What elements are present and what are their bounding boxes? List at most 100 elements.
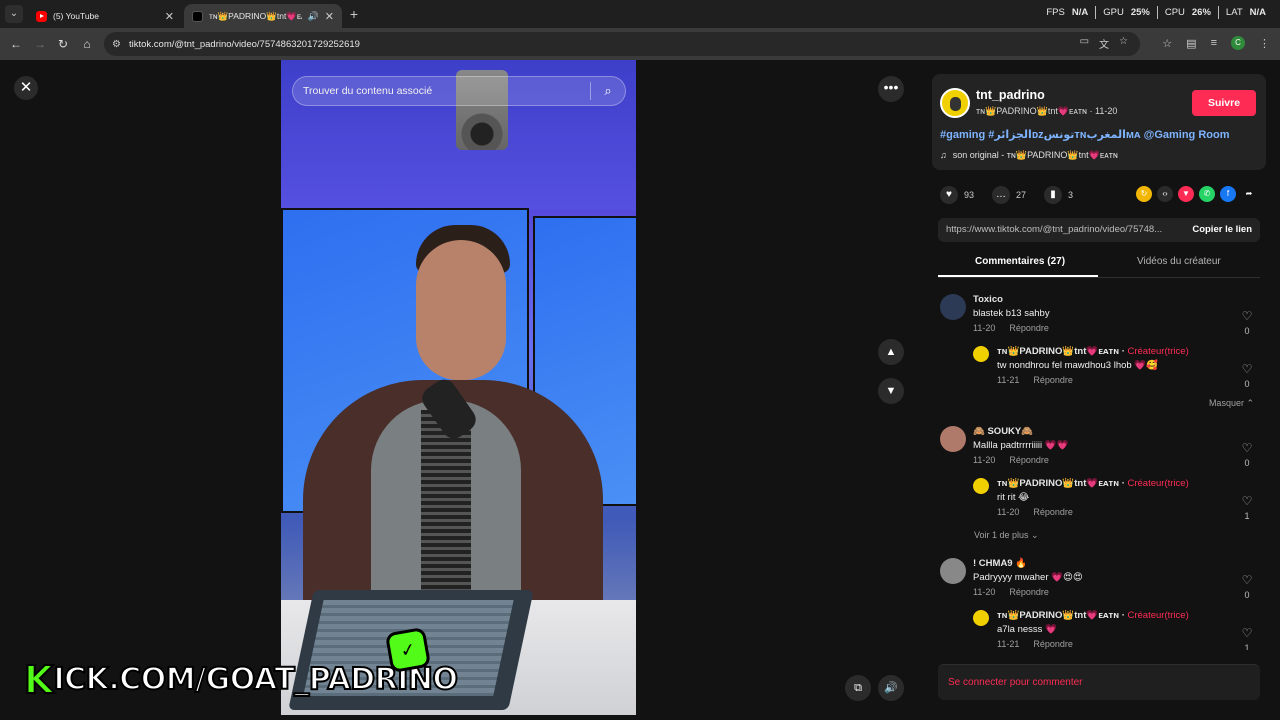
avatar[interactable] (973, 610, 989, 626)
tab-creator-videos[interactable]: Vidéos du créateur (1137, 256, 1221, 267)
author-avatar[interactable] (940, 88, 970, 118)
cast-icon[interactable]: ▭ (1080, 36, 1089, 51)
previous-video-button[interactable]: ▲ (878, 339, 904, 365)
copy-link-box: https://www.tiktok.com/@tnt_padrino/vide… (938, 218, 1260, 242)
tab-tiktok[interactable]: ᴛɴ👑PADRINO👑tnt💗ᴇᴀᴛɴ 🔊 ✕ (184, 4, 342, 28)
tab-comments[interactable]: Commentaires (27) (975, 256, 1065, 267)
heart-outline-icon[interactable]: ♡ (1240, 310, 1254, 322)
send-icon[interactable]: ▼ (1178, 186, 1194, 202)
facebook-icon[interactable]: f (1220, 186, 1236, 202)
browser-toolbar: ← → ↻ ⌂ ⚙ tiktok.com/@tnt_padrino/video/… (0, 28, 1280, 60)
bookmark-icon[interactable]: ▮ (1044, 186, 1063, 204)
tab-youtube[interactable]: (5) YouTube ✕ (28, 4, 182, 28)
comment-like[interactable]: ♡ 0 (1240, 363, 1254, 389)
like-count: 0 (1244, 326, 1250, 336)
save-count: 3 (1068, 190, 1074, 200)
avatar[interactable] (940, 426, 966, 452)
share-arrow-icon[interactable]: ➦ (1241, 186, 1257, 202)
avatar[interactable] (940, 294, 966, 320)
login-to-comment-link[interactable]: Se connecter pour commenter (948, 677, 1083, 688)
next-video-button[interactable]: ▼ (878, 378, 904, 404)
embed-icon[interactable]: ‹› (1157, 186, 1173, 202)
video-link: https://www.tiktok.com/@tnt_padrino/vide… (946, 224, 1163, 235)
whatsapp-icon[interactable]: ✆ (1199, 186, 1215, 202)
close-tab-icon[interactable]: ✕ (165, 10, 174, 23)
search-input[interactable] (293, 85, 590, 97)
comment-author[interactable]: ᴛɴ👑PADRINO👑tnt💗ᴇᴀᴛɴ · Créateur(trice) (997, 478, 1189, 489)
comment-icon[interactable]: … (992, 186, 1011, 204)
comment-like[interactable]: ♡ 1 (1240, 627, 1254, 650)
avatar[interactable] (973, 478, 989, 494)
avatar[interactable] (973, 346, 989, 362)
site-info-icon[interactable]: ⚙ (112, 39, 121, 50)
comment-author[interactable]: ! CHMA9 🔥 (973, 558, 1027, 569)
address-bar[interactable]: ⚙ tiktok.com/@tnt_padrino/video/75748632… (104, 32, 1140, 56)
repost-icon[interactable]: ↻ (1136, 186, 1152, 202)
copy-link-button[interactable]: Copier le lien (1192, 224, 1252, 235)
search-icon[interactable]: ⌕ (591, 83, 625, 99)
media-icon[interactable]: ≡ (1211, 37, 1217, 49)
music-info[interactable]: ♫ son original - ᴛɴ👑PADRINO👑tnt💗ᴇᴀᴛɴ (940, 150, 1118, 161)
close-icon[interactable]: ✕ (14, 76, 38, 100)
menu-icon[interactable]: ⋮ (1259, 37, 1270, 50)
back-icon[interactable]: ← (8, 36, 24, 52)
profile-avatar[interactable]: C (1231, 36, 1245, 50)
comment-author[interactable]: 🙈 SOUKY🙈 (973, 426, 1033, 437)
lat-label: LAT (1225, 7, 1243, 18)
heart-outline-icon[interactable]: ♡ (1240, 363, 1254, 375)
tab-search-button[interactable]: ⌄ (5, 5, 23, 23)
url-text[interactable]: tiktok.com/@tnt_padrino/video/7574863201… (129, 39, 360, 50)
fps-label: FPS (1046, 7, 1065, 18)
reply-button[interactable]: Répondre (1009, 323, 1049, 333)
comment-like[interactable]: ♡ 1 (1240, 495, 1254, 521)
reading-list-icon[interactable]: ▤ (1186, 37, 1196, 50)
divider (1156, 6, 1158, 19)
heart-outline-icon[interactable]: ♡ (1240, 495, 1254, 507)
hide-replies-button[interactable]: Masquer ⌃ (1209, 398, 1254, 409)
comment-list: Toxico blastek b13 sahby 11-20 Répondre ♡… (918, 286, 1280, 650)
comment-author[interactable]: ᴛɴ👑PADRINO👑tnt💗ᴇᴀᴛɴ · Créateur(trice) (997, 346, 1189, 357)
more-options-icon[interactable]: ••• (878, 76, 904, 102)
comment-like[interactable]: ♡ 0 (1240, 574, 1254, 600)
extensions-icon[interactable]: ☆ (1162, 37, 1172, 50)
follow-button[interactable]: Suivre (1192, 90, 1256, 116)
author-handle[interactable]: tnt_padrino (976, 88, 1045, 102)
close-tab-icon[interactable]: ✕ (325, 10, 334, 23)
details-panel: tnt_padrino ᴛɴ👑PADRINO👑tnt💗ᴇᴀᴛɴ · 11-20 … (918, 60, 1280, 720)
heart-outline-icon[interactable]: ♡ (1240, 574, 1254, 586)
reply-button[interactable]: Répondre (1033, 507, 1073, 517)
comment-text: blastek b13 sahby (973, 308, 1050, 319)
comment-author[interactable]: ᴛɴ👑PADRINO👑tnt💗ᴇᴀᴛɴ · Créateur(trice) (997, 610, 1189, 621)
reply-button[interactable]: Répondre (1033, 375, 1073, 385)
floating-player-icon[interactable]: ⧉ (845, 675, 871, 701)
reply-button[interactable]: Répondre (1009, 455, 1049, 465)
divider (1095, 6, 1097, 19)
forward-icon[interactable]: → (32, 36, 48, 52)
video-player[interactable] (281, 60, 636, 715)
heart-outline-icon[interactable]: ♡ (1240, 627, 1254, 639)
speaker-icon[interactable]: 🔊 (308, 11, 319, 22)
comment-text: a7la nesss 💗 (997, 624, 1057, 635)
heart-icon[interactable]: ♥ (940, 186, 958, 204)
new-tab-button[interactable]: + (346, 6, 362, 22)
avatar[interactable] (940, 558, 966, 584)
reload-icon[interactable]: ↻ (55, 36, 71, 52)
heart-outline-icon[interactable]: ♡ (1240, 442, 1254, 454)
comment-login-bar[interactable]: Se connecter pour commenter (938, 664, 1260, 700)
home-icon[interactable]: ⌂ (79, 36, 95, 52)
creator-badge: Créateur(trice) (1127, 610, 1189, 621)
view-more-replies-button[interactable]: Voir 1 de plus ⌄ (974, 530, 1039, 541)
comment-like[interactable]: ♡ 0 (1240, 442, 1254, 468)
translate-icon[interactable]: 文 (1099, 36, 1109, 51)
comment-author[interactable]: Toxico (973, 294, 1003, 305)
video-frame (421, 410, 471, 610)
cpu-label: CPU (1164, 7, 1185, 18)
comment-like[interactable]: ♡ 0 (1240, 310, 1254, 336)
reply-button[interactable]: Répondre (1009, 587, 1049, 597)
bookmark-star-icon[interactable]: ☆ (1119, 36, 1128, 51)
tab-title: (5) YouTube (53, 11, 99, 21)
volume-icon[interactable]: 🔊 (878, 675, 904, 701)
stream-watermark: K ICK.COM/GOAT_PADRINO ✓ (23, 626, 459, 700)
video-hashtags[interactable]: #gaming #الجزائرᴅᴢتونسᴛɴالمغربᴍᴀ @Gaming… (940, 128, 1229, 141)
reply-button[interactable]: Répondre (1033, 639, 1073, 649)
